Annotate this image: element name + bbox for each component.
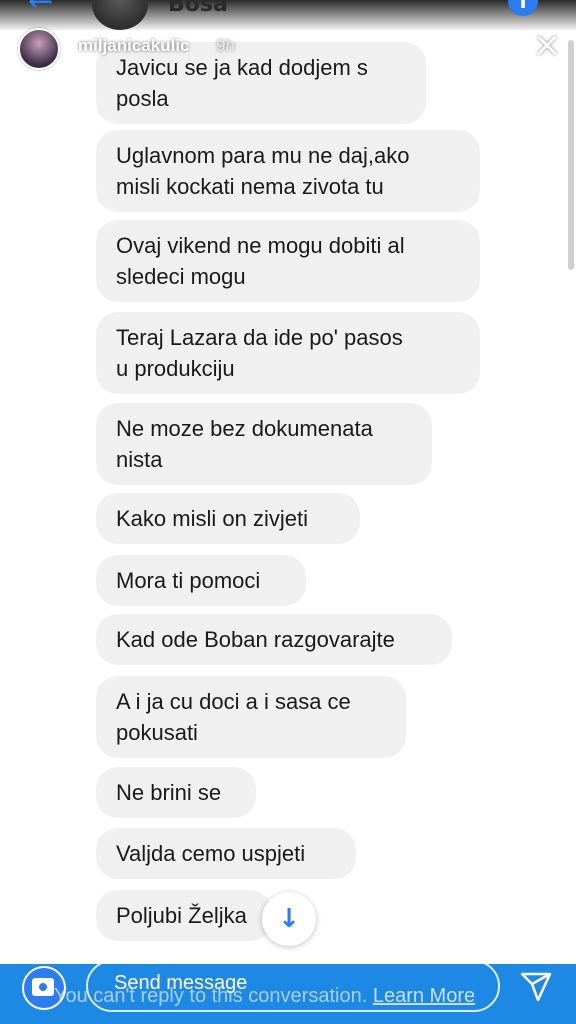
story-username[interactable]: miljanicakulic — [78, 36, 190, 56]
camera-lens — [37, 981, 49, 993]
message-bubble: Ne brini se — [96, 767, 256, 818]
back-arrow-icon[interactable]: ← — [28, 0, 68, 18]
story-avatar[interactable] — [18, 28, 60, 70]
message-bubble: Poljubi Željka — [96, 890, 272, 941]
message-bubble: Mora ti pomoci — [96, 555, 306, 606]
arrow-down-icon[interactable]: ↓ — [262, 892, 316, 946]
message-bubble: A i ja cu doci a i sasa ce pokusati — [96, 676, 406, 758]
message-bubble: Ne moze bez dokumenata nista — [96, 403, 432, 485]
close-icon[interactable]: × — [532, 28, 562, 62]
message-bubble: Teraj Lazara da ide po' pasos u produkci… — [96, 312, 480, 394]
contact-name: Bosa — [168, 0, 228, 17]
message-bubble: Kad ode Boban razgovarajte — [96, 614, 452, 665]
message-bubble: Uglavnom para mu ne daj,ako misli kockat… — [96, 130, 480, 212]
reply-notice-text: You can't reply to this conversation. — [54, 985, 368, 1007]
message-bubble: Ovaj vikend ne mogu dobiti al sledeci mo… — [96, 220, 480, 302]
message-bubble: Kako misli on zivjeti — [96, 493, 360, 544]
message-bubble: Valjda cemo uspjeti — [96, 828, 356, 879]
learn-more-link[interactable]: Learn More — [373, 985, 475, 1007]
messenger-header — [0, 0, 576, 30]
scrollbar[interactable] — [568, 40, 574, 270]
story-timestamp: 9h — [216, 36, 235, 55]
send-icon[interactable] — [518, 968, 554, 1004]
reply-disabled-notice: You can't reply to this conversation. Le… — [54, 985, 475, 1008]
